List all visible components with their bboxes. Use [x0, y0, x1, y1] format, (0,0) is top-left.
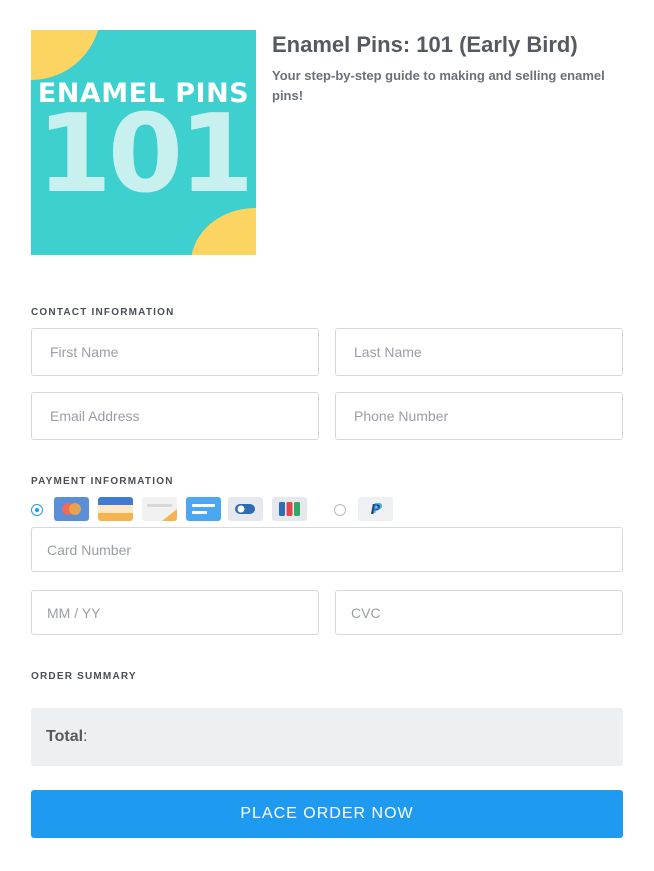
first-name-field[interactable]	[31, 328, 319, 376]
svg-text:P: P	[373, 502, 383, 517]
total-row: Total:	[46, 728, 87, 746]
order-summary-label: ORDER SUMMARY	[31, 671, 137, 682]
product-subtitle: Your step-by-step guide to making and se…	[272, 68, 605, 103]
card-number-field[interactable]	[31, 527, 623, 572]
cvc-field[interactable]	[335, 590, 623, 635]
image-number-text: 101	[36, 92, 254, 217]
phone-field[interactable]	[335, 392, 623, 440]
amex-icon	[98, 497, 133, 521]
contact-section-label: CONTACT INFORMATION	[31, 307, 175, 318]
expiry-field[interactable]	[31, 590, 319, 635]
order-summary-box: Total:	[31, 708, 623, 766]
generic-card-icon	[186, 497, 221, 521]
jcb-icon	[272, 497, 307, 521]
card-payment-radio[interactable]	[31, 504, 43, 516]
email-field[interactable]	[31, 392, 319, 440]
paypal-icon: PP	[358, 497, 393, 521]
product-image: ENAMEL PINS 101	[31, 30, 256, 255]
paypal-payment-radio[interactable]	[334, 504, 346, 516]
last-name-field[interactable]	[335, 328, 623, 376]
total-colon: :	[83, 728, 88, 745]
payment-section-label: PAYMENT INFORMATION	[31, 476, 174, 487]
diners-icon	[228, 497, 263, 521]
discover-icon	[142, 497, 177, 521]
product-title: Enamel Pins: 101 (Early Bird)	[272, 32, 578, 57]
mastercard-icon	[54, 497, 89, 521]
place-order-button[interactable]: PLACE ORDER NOW	[31, 790, 623, 838]
image-decoration	[31, 30, 101, 80]
total-label: Total	[46, 728, 84, 745]
